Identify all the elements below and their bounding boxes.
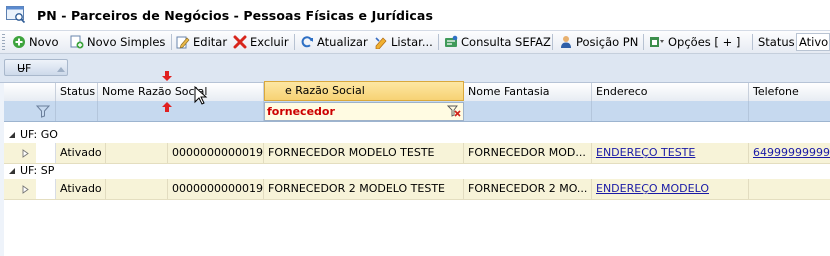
title-bar: PN - Parceiros de Negócios - Pessoas Fís…	[0, 0, 830, 31]
table-row[interactable]: Ativado 00000000000192 FORNECEDOR MODELO…	[4, 143, 830, 164]
table-row[interactable]: Ativado 00000000000194 FORNECEDOR 2 MODE…	[4, 179, 830, 200]
group-chip-uf[interactable]: − UF	[4, 59, 68, 76]
listar-button[interactable]: Listar...	[374, 34, 433, 50]
cell-codigo: 00000000000192	[168, 143, 264, 163]
clear-filter-icon[interactable]	[447, 105, 461, 118]
refresh-icon	[301, 36, 313, 48]
cell-endereco[interactable]: ENDEREÇO TESTE	[592, 143, 749, 163]
editar-label: Editar	[193, 35, 228, 49]
cell-blank	[106, 179, 168, 199]
cell-telefone[interactable]: 64999999999	[749, 143, 830, 163]
collapse-triangle-icon[interactable]	[8, 131, 16, 139]
header-blank	[4, 83, 56, 101]
excluir-label: Excluir	[250, 35, 289, 49]
drop-arrow-icon	[162, 71, 172, 81]
filter-cell-fantasia[interactable]	[464, 101, 592, 121]
plus-icon	[13, 36, 25, 48]
doc-plus-icon	[70, 35, 84, 49]
delete-x-icon	[233, 35, 247, 49]
filter-value: fornecedor	[267, 105, 335, 118]
group-label: UF: GO	[20, 128, 58, 141]
sort-arrow-icon	[57, 67, 65, 72]
cell-status: Ativado	[56, 179, 106, 199]
novo-simples-label: Novo Simples	[87, 35, 166, 49]
posicao-pn-button[interactable]: Posição PN	[559, 34, 638, 50]
cell-razao-social: FORNECEDOR 2 MODELO TESTE	[264, 179, 464, 199]
novo-button[interactable]: Novo	[12, 34, 58, 50]
toolbar-separator	[643, 34, 644, 50]
app-window-search-icon	[6, 6, 26, 24]
dragged-column-header[interactable]: e Razão Social	[264, 81, 464, 101]
toolbar-separator	[438, 34, 439, 50]
toolbar: Novo Novo Simples Editar Excluir Atualiz…	[0, 31, 830, 54]
expand-triangle-icon[interactable]	[22, 149, 29, 158]
user-icon	[561, 36, 571, 48]
status-select-value: Ativo	[799, 35, 829, 49]
edit-icon	[176, 36, 190, 49]
row-indent	[36, 143, 56, 163]
drop-arrow-icon	[162, 102, 172, 112]
filter-cell-telefone[interactable]	[749, 101, 830, 121]
endereco-link[interactable]: ENDEREÇO TESTE	[596, 146, 695, 159]
status-select[interactable]: Ativo	[796, 33, 830, 51]
cell-telefone[interactable]	[749, 179, 830, 199]
header-status[interactable]: Status	[56, 83, 98, 101]
endereco-link[interactable]: ENDEREÇO MODELO	[596, 182, 709, 195]
sefaz-icon	[445, 35, 458, 47]
excluir-button[interactable]: Excluir	[233, 34, 289, 50]
toolbar-separator	[294, 34, 295, 50]
posicao-pn-label: Posição PN	[576, 35, 639, 49]
toolbar-separator	[552, 34, 553, 50]
data-grid: Status Nome Razão Social Nome Fantasia E…	[4, 81, 830, 256]
group-by-panel[interactable]: − UF	[0, 54, 830, 83]
toolbar-grip[interactable]	[2, 34, 5, 50]
cell-blank	[106, 143, 168, 163]
list-icon	[375, 37, 387, 49]
atualizar-label: Atualizar	[317, 35, 368, 49]
cell-endereco[interactable]: ENDEREÇO MODELO	[592, 179, 749, 199]
cell-fantasia: FORNECEDOR 2 MO...	[464, 179, 592, 199]
razao-social-filter-input[interactable]: fornecedor	[264, 102, 464, 121]
novo-label: Novo	[29, 35, 59, 49]
cell-razao-social: FORNECEDOR MODELO TESTE	[264, 143, 464, 163]
row-indent	[36, 179, 56, 199]
editar-button[interactable]: Editar	[176, 34, 227, 50]
header-telefone[interactable]: Telefone	[749, 83, 830, 101]
telefone-link[interactable]: 64999999999	[753, 146, 830, 159]
cell-fantasia: FORNECEDOR MOD...	[464, 143, 592, 163]
group-label: UF: SP	[20, 164, 55, 177]
toolbar-separator	[752, 34, 753, 50]
group-chip-label: UF	[17, 62, 32, 75]
listar-label: Listar...	[391, 35, 433, 49]
opcoes-button[interactable]: Opções [ + ]	[649, 34, 740, 50]
expand-triangle-icon[interactable]	[22, 185, 29, 194]
consulta-sefaz-label: Consulta SEFAZ	[461, 35, 551, 49]
opcoes-label: Opções [ + ]	[668, 35, 741, 49]
options-icon	[650, 37, 664, 47]
window-title: PN - Parceiros de Negócios - Pessoas Fís…	[37, 8, 433, 23]
consulta-sefaz-button[interactable]: Consulta SEFAZ	[444, 34, 551, 50]
mouse-cursor-icon	[194, 86, 208, 105]
filter-cell-status[interactable]	[56, 101, 98, 121]
collapse-triangle-icon[interactable]	[8, 167, 16, 175]
filter-cell-blank	[4, 101, 56, 121]
status-label: Status	[758, 35, 795, 49]
group-row-sp[interactable]: UF: SP	[4, 163, 830, 179]
cell-status: Ativado	[56, 143, 106, 163]
header-nome-razao-social[interactable]: Nome Razão Social	[98, 83, 264, 101]
header-nome-fantasia[interactable]: Nome Fantasia	[464, 83, 592, 101]
novo-simples-button[interactable]: Novo Simples	[70, 34, 165, 50]
funnel-icon[interactable]	[36, 104, 50, 118]
filter-cell-nome[interactable]	[98, 101, 264, 121]
atualizar-button[interactable]: Atualizar	[300, 34, 368, 50]
header-endereco[interactable]: Endereco	[592, 83, 749, 101]
group-row-go[interactable]: UF: GO	[4, 127, 830, 143]
toolbar-separator	[171, 34, 172, 50]
filter-cell-endereco[interactable]	[592, 101, 749, 121]
cell-codigo: 00000000000194	[168, 179, 264, 199]
